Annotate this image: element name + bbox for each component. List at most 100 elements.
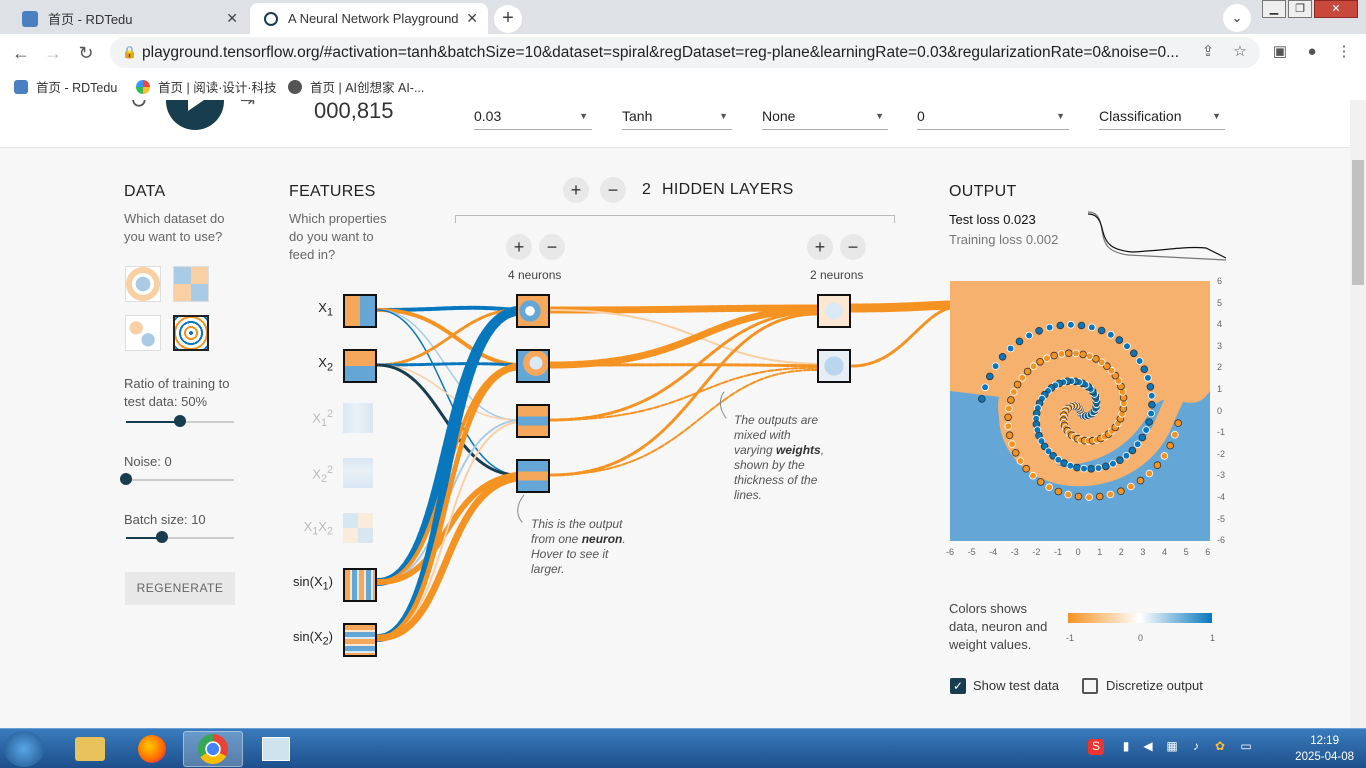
feature-x2-squared[interactable]: [343, 458, 373, 488]
data-point: [1135, 357, 1144, 365]
start-button[interactable]: [4, 731, 44, 767]
tab-playground[interactable]: A Neural Network Playground ✕: [250, 3, 488, 34]
data-point: [1018, 373, 1027, 382]
data-point: [1145, 418, 1153, 426]
feature-sin-x1[interactable]: [343, 568, 377, 602]
bookmark-item[interactable]: 首页 - RDTedu: [14, 77, 117, 96]
back-icon[interactable]: ←: [8, 40, 34, 66]
close-window-button[interactable]: ✕: [1314, 0, 1358, 18]
app-taskbar-icon[interactable]: [246, 731, 306, 767]
remove-neuron-layer2-button[interactable]: −: [840, 234, 866, 260]
menu-icon[interactable]: ⋮: [1332, 40, 1356, 64]
data-point: [1123, 342, 1131, 351]
neuron-1-1[interactable]: [516, 294, 550, 328]
data-point: [1174, 419, 1182, 427]
tray-battery-icon[interactable]: ▮: [1118, 739, 1134, 755]
bookmark-star-icon[interactable]: ☆: [1228, 40, 1252, 64]
data-point: [1136, 476, 1145, 485]
data-point: [1147, 409, 1155, 418]
feature-x1[interactable]: [343, 294, 377, 328]
profile-avatar[interactable]: ●: [1300, 40, 1324, 64]
feature-x1x2[interactable]: [343, 513, 373, 543]
x-tick-label: 0: [1075, 547, 1081, 557]
address-toolbar: ← → ↻ 🔒 playground.tensorflow.org/#activ…: [0, 34, 1366, 71]
tab-search-icon[interactable]: ⌄: [1223, 4, 1251, 32]
neuron-2-2[interactable]: [817, 349, 851, 383]
bookmark-label: 首页 | 阅读·设计·科技: [158, 81, 277, 95]
data-point: [1129, 349, 1138, 358]
chrome-taskbar-icon[interactable]: [183, 731, 243, 767]
minimize-button[interactable]: ▁: [1262, 0, 1286, 18]
data-point: [1036, 478, 1045, 486]
x-tick-label: -3: [1010, 547, 1019, 557]
tray-network-icon[interactable]: ▦: [1164, 739, 1180, 755]
data-point: [1094, 464, 1103, 472]
forward-icon[interactable]: →: [40, 40, 66, 66]
legend-text: Colors shows data, neuron and weight val…: [949, 601, 1048, 652]
tab-rdtedu[interactable]: 首页 - RDTedu ✕: [8, 3, 248, 34]
close-tab-icon[interactable]: ✕: [466, 10, 478, 27]
data-point: [1087, 323, 1096, 332]
data-point: [1045, 483, 1053, 491]
show-test-data-checkbox[interactable]: ✓: [950, 678, 966, 694]
feature-x2[interactable]: [343, 349, 377, 383]
discretize-output-checkbox[interactable]: [1082, 678, 1098, 694]
data-point: [1166, 441, 1174, 450]
loss-sparkline: [1088, 211, 1226, 261]
new-tab-button[interactable]: +: [494, 5, 522, 33]
side-panel-icon[interactable]: ▣: [1268, 40, 1292, 64]
system-clock[interactable]: 12:19 2025-04-08: [1295, 733, 1354, 765]
maximize-button[interactable]: ❐: [1288, 0, 1312, 18]
neuron-1-3[interactable]: [516, 404, 550, 438]
feature-label-sinx2: sin(X2): [293, 629, 333, 648]
feature-sin-x2[interactable]: [343, 623, 377, 657]
feature-label-sinx1: sin(X1): [293, 574, 333, 593]
neuron-1-4[interactable]: [516, 459, 550, 493]
data-point: [1023, 367, 1032, 376]
data-point: [986, 372, 994, 381]
tray-s-icon[interactable]: S: [1088, 739, 1104, 755]
explorer-taskbar-icon[interactable]: [60, 731, 120, 767]
data-point: [1036, 357, 1044, 366]
note-bold: weights: [776, 443, 821, 457]
tray-speaker-icon[interactable]: ◀: [1140, 739, 1156, 755]
bookmark-icon: [14, 79, 28, 94]
close-tab-icon[interactable]: ✕: [226, 10, 238, 27]
add-neuron-layer2-button[interactable]: +: [807, 234, 833, 260]
feature-x1-squared[interactable]: [343, 403, 373, 433]
firefox-icon: [138, 735, 166, 763]
data-point: [1095, 492, 1104, 501]
add-neuron-layer1-button[interactable]: +: [506, 234, 532, 260]
data-point: [1035, 327, 1043, 335]
y-tick-label: 0: [1217, 405, 1223, 416]
url-bar[interactable]: 🔒 playground.tensorflow.org/#activation=…: [110, 37, 1260, 68]
data-point: [1077, 321, 1086, 330]
remove-layer-button[interactable]: −: [600, 177, 626, 203]
neuron-2-1[interactable]: [817, 294, 851, 328]
share-icon[interactable]: ⇪: [1196, 40, 1220, 64]
reload-icon[interactable]: ↻: [73, 40, 99, 66]
scrollbar-thumb[interactable]: [1352, 160, 1364, 285]
data-point: [1101, 462, 1110, 471]
y-tick-label: -5: [1217, 513, 1226, 524]
page-scrollbar[interactable]: [1350, 100, 1366, 728]
data-point: [1072, 349, 1080, 358]
data-point: [1127, 482, 1135, 491]
add-layer-button[interactable]: +: [563, 177, 589, 203]
tray-volume-icon[interactable]: ♪: [1188, 739, 1204, 755]
data-point: [978, 395, 986, 403]
bookmark-item[interactable]: 首页 | AI创想家 AI-...: [288, 77, 424, 96]
firefox-taskbar-icon[interactable]: [122, 731, 182, 767]
bookmark-item[interactable]: 首页 | 阅读·设计·科技: [136, 77, 277, 96]
feature-label-x1-squared: X12: [312, 408, 333, 429]
neuron-1-2[interactable]: [516, 349, 550, 383]
tab-title: 首页 - RDTedu: [48, 12, 133, 27]
layer1-neuron-count: 4 neurons: [508, 268, 562, 282]
y-tick-label: -1: [1217, 427, 1226, 438]
tray-display-icon[interactable]: ▭: [1238, 739, 1254, 755]
data-point: [1016, 457, 1025, 465]
data-point: [1116, 456, 1124, 464]
remove-neuron-layer1-button[interactable]: −: [539, 234, 565, 260]
output-heatmap[interactable]: [950, 281, 1210, 541]
tray-app-icon[interactable]: ✿: [1212, 739, 1228, 755]
